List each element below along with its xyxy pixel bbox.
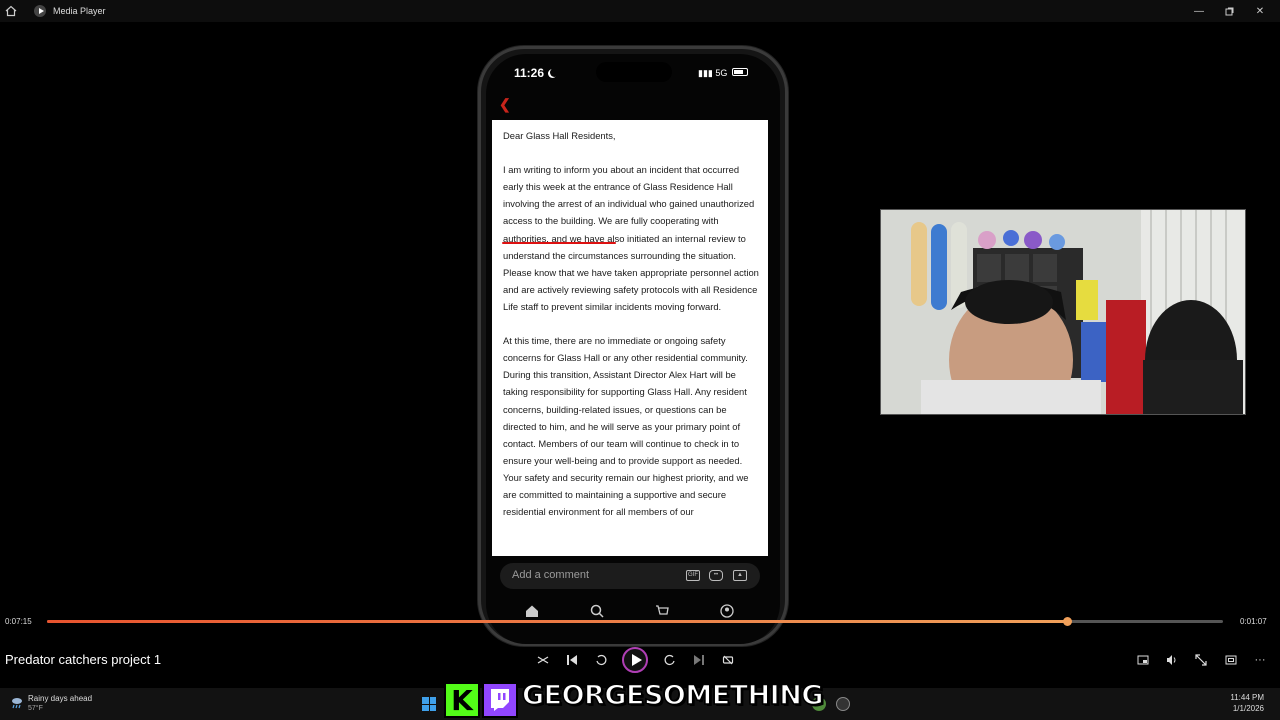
image-icon[interactable]: ▲ (733, 570, 747, 581)
maximize-button[interactable] (1214, 0, 1244, 22)
fullscreen-icon[interactable] (1193, 652, 1209, 668)
letter-salutation: Dear Glass Hall Residents, (503, 130, 616, 141)
weather-rain-icon[interactable] (10, 696, 24, 710)
letter-paragraph-1: I am writing to inform you about an inci… (503, 164, 759, 312)
network-label: 5G (715, 68, 728, 78)
twitch-logo (482, 682, 518, 718)
phone-status-bar: 11:26 ▮▮▮ 5G (486, 66, 780, 80)
kick-logo: K (444, 682, 480, 718)
focus-moon-icon (550, 68, 559, 77)
window-title: Media Player (53, 6, 106, 16)
more-options-icon[interactable]: ··· (1252, 652, 1268, 668)
letter-document: Dear Glass Hall Residents, I am writing … (492, 120, 768, 556)
profile-icon[interactable] (720, 604, 734, 618)
media-player-app-icon (34, 5, 46, 17)
signal-icon: ▮▮▮ 5G (698, 68, 728, 78)
taskbar-clock-date: 1/1/2026 (1232, 704, 1264, 713)
skip-forward-30-icon[interactable] (662, 652, 678, 668)
weather-temperature: 57°F (28, 705, 43, 712)
home-icon[interactable] (0, 0, 22, 22)
webcam-overlay (880, 209, 1246, 415)
gif-icon[interactable]: GIF (686, 570, 700, 581)
comment-input[interactable]: Add a comment GIF •• ▲ (500, 563, 760, 589)
volume-icon[interactable] (1164, 652, 1180, 668)
comment-placeholder: Add a comment (512, 569, 590, 581)
remaining-time: 0:01:07 (1240, 617, 1267, 626)
cast-icon[interactable] (1223, 652, 1239, 668)
previous-icon[interactable] (564, 652, 580, 668)
search-icon[interactable] (590, 604, 604, 618)
kick-logo-glyph: K (451, 683, 473, 717)
home-icon[interactable] (525, 604, 539, 618)
streamer-name: GEORGESOMETHING (521, 679, 824, 712)
skip-back-10-icon[interactable] (593, 652, 609, 668)
title-bar: Media Player — ✕ (0, 0, 1280, 22)
video-title: Predator catchers project 1 (5, 652, 162, 667)
back-chevron-icon[interactable]: ❮ (499, 96, 511, 113)
close-button[interactable]: ✕ (1245, 0, 1275, 22)
next-icon[interactable] (691, 652, 707, 668)
repeat-icon[interactable] (720, 652, 736, 668)
play-button[interactable] (622, 647, 648, 673)
taskbar-clock-time: 11:44 PM (1230, 693, 1264, 702)
seek-thumb[interactable] (1062, 617, 1072, 626)
media-player-taskbar-icon[interactable] (836, 697, 850, 711)
letter-paragraph-2: At this time, there are no immediate or … (503, 335, 749, 518)
minimize-button[interactable]: — (1184, 0, 1214, 22)
red-underline-annotation (502, 242, 616, 244)
weather-title: Rainy days ahead (28, 694, 93, 703)
miniplayer-icon[interactable] (1135, 652, 1151, 668)
status-time: 11:26 (514, 66, 545, 80)
battery-icon (732, 68, 748, 76)
shuffle-icon[interactable] (535, 652, 551, 668)
sticker-icon[interactable]: •• (709, 570, 723, 581)
phone-bottom-nav (500, 604, 760, 620)
windows-start-icon[interactable] (422, 697, 436, 711)
seek-progress (47, 620, 1067, 623)
elapsed-time: 0:07:15 (5, 617, 32, 626)
seek-bar[interactable] (47, 617, 1223, 626)
cart-icon[interactable] (655, 604, 669, 618)
